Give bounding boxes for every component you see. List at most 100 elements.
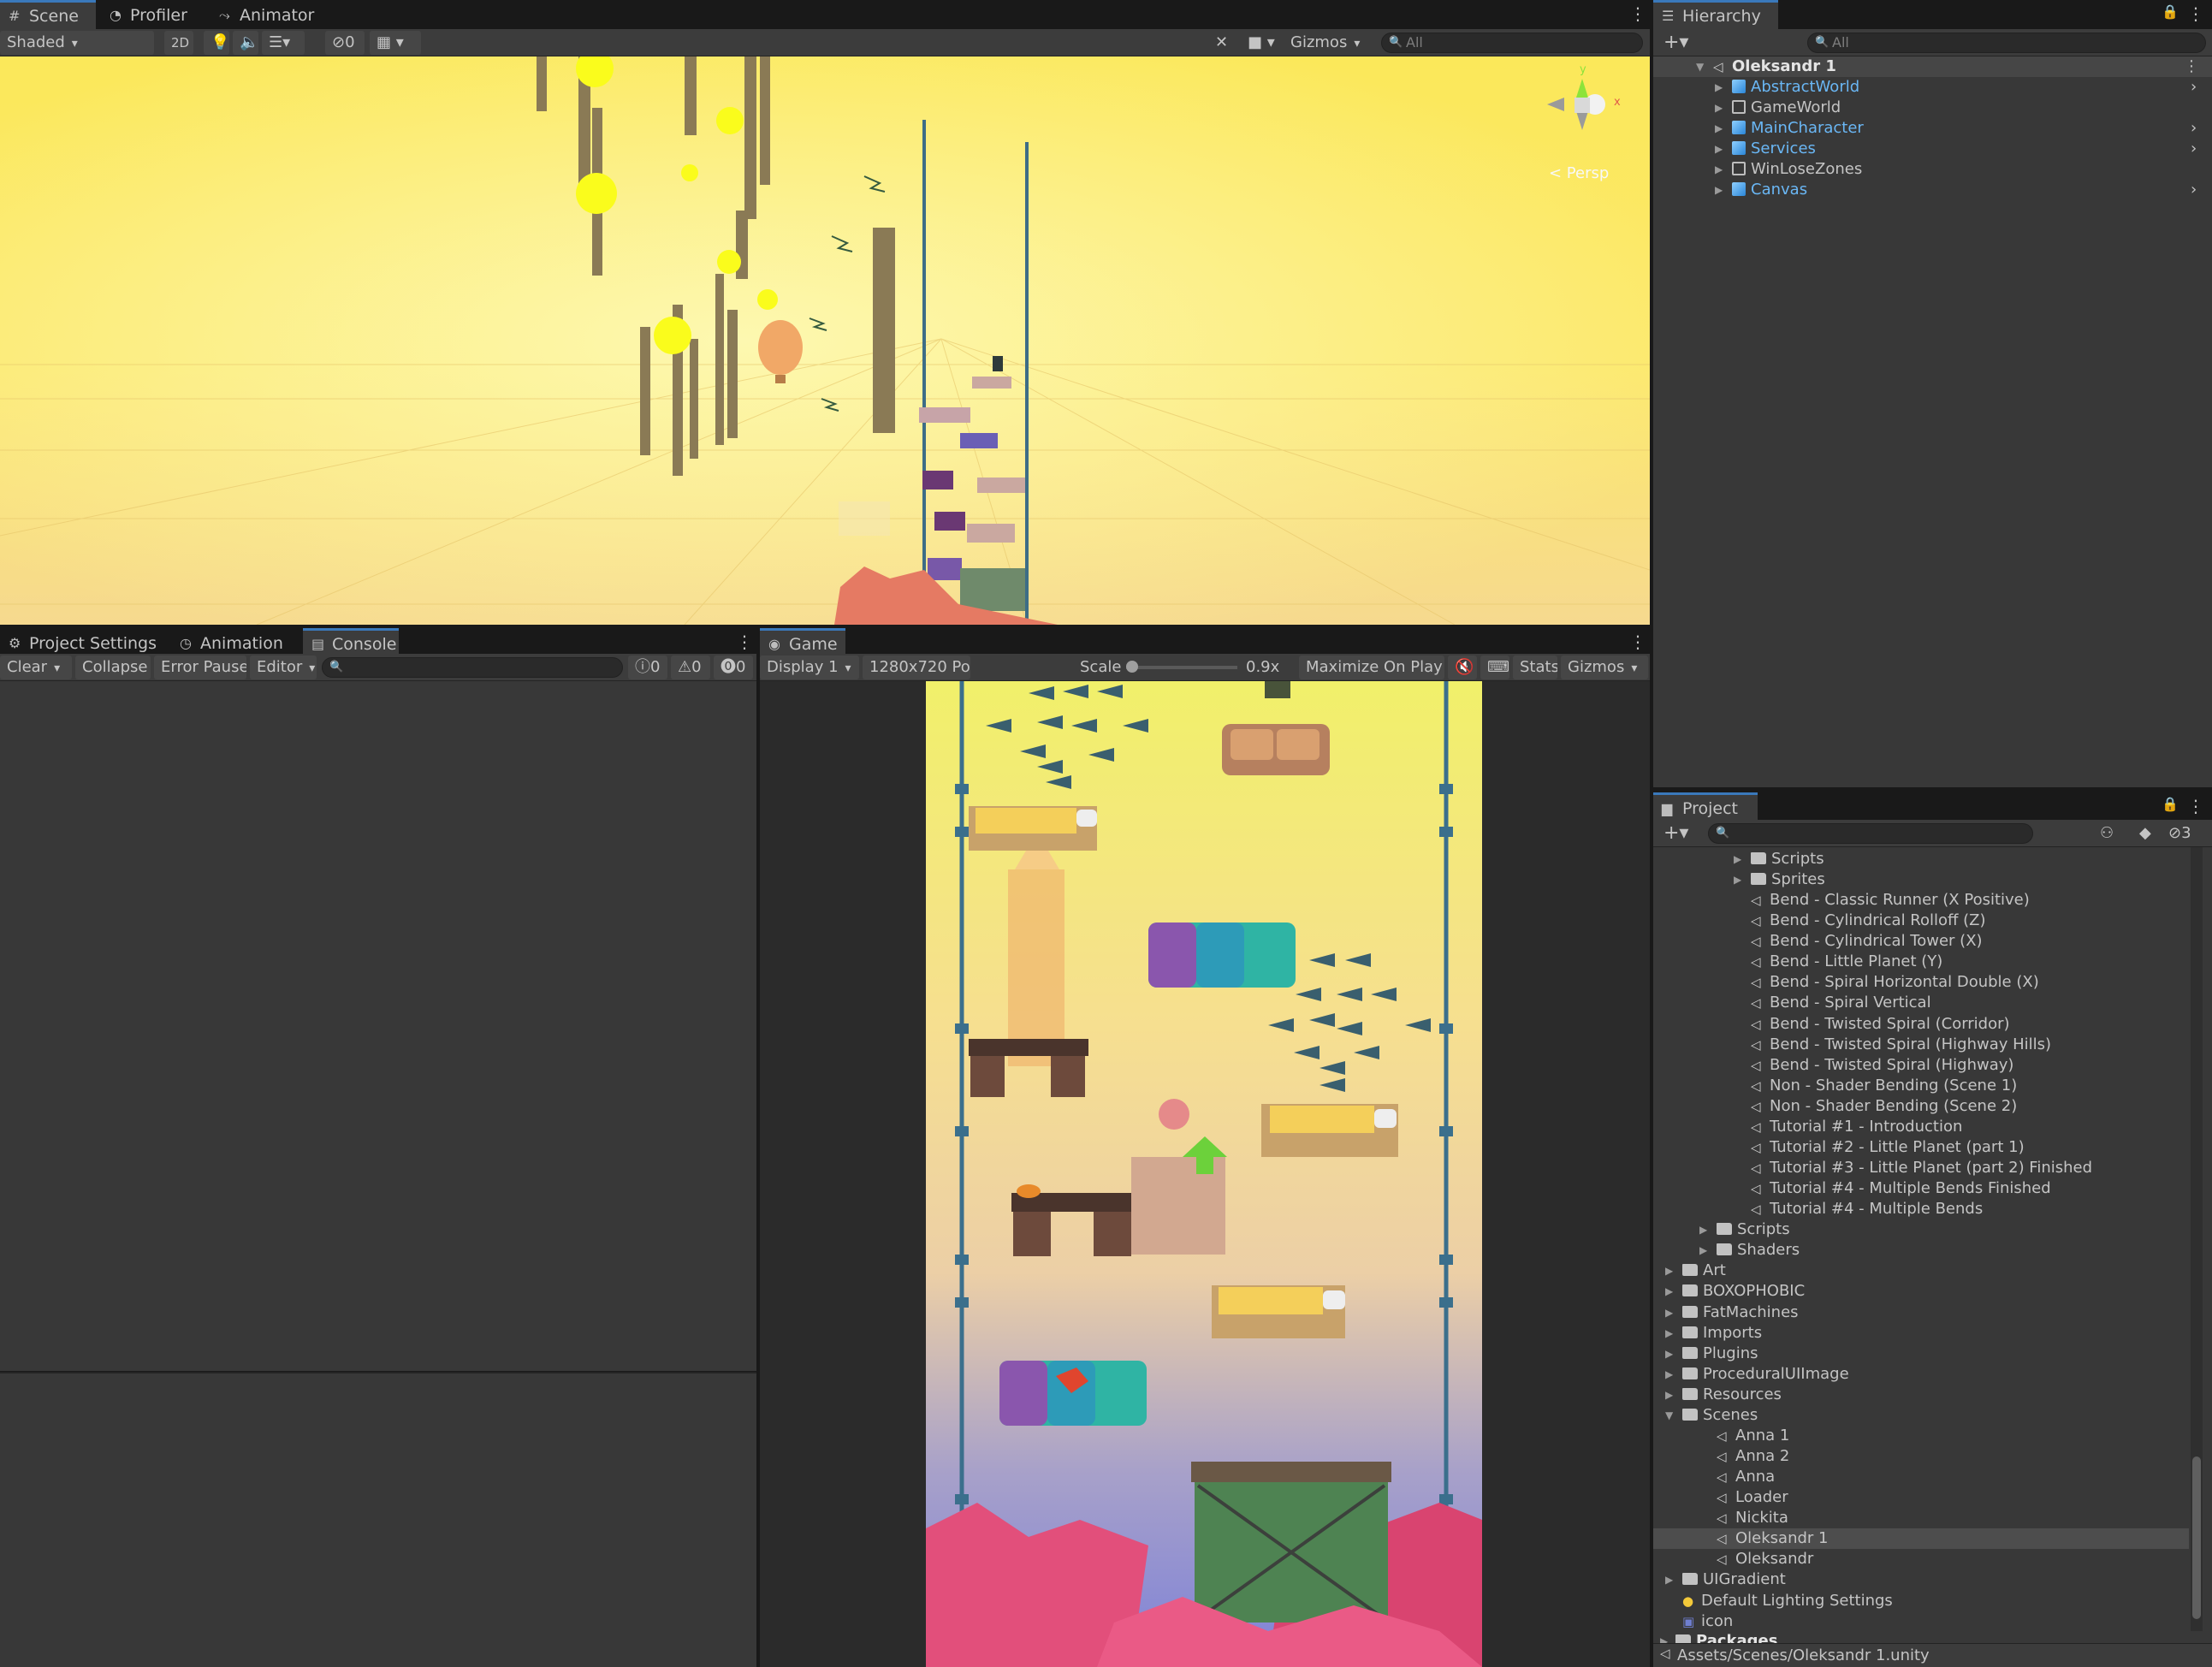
project-asset-row[interactable]: ◁ Bend - Spiral Horizontal Double (X) <box>1653 972 2189 993</box>
project-lock-icon[interactable]: 🔒 <box>2162 796 2179 812</box>
hidden-objects-button[interactable]: ⊘0 <box>325 31 365 55</box>
editor-dropdown[interactable]: Editor <box>250 656 317 679</box>
search-by-label-icon[interactable]: ◆ <box>2132 822 2158 845</box>
project-folder-row[interactable]: ▶ Imports <box>1653 1323 2189 1344</box>
open-prefab-chevron-icon[interactable]: › <box>2191 139 2197 159</box>
scene-search-input[interactable]: 🔍 All <box>1381 33 1643 53</box>
project-folder-row[interactable]: ▶ ProceduralUIImage <box>1653 1364 2189 1385</box>
project-asset-row[interactable]: ◁ Oleksandr <box>1653 1549 2189 1569</box>
expand-arrow-icon[interactable]: ▶ <box>1715 77 1723 98</box>
project-asset-row[interactable]: ◁ Bend - Little Planet (Y) <box>1653 952 2189 972</box>
expand-arrow-icon[interactable]: ▶ <box>1715 118 1723 139</box>
project-asset-row[interactable]: ◁ Tutorial #1 - Introduction <box>1653 1117 2189 1137</box>
display-dropdown[interactable]: Display 1 <box>760 656 859 679</box>
expand-arrow-icon[interactable]: ▶ <box>1665 1569 1673 1590</box>
expand-arrow-icon[interactable]: ▶ <box>1715 159 1723 180</box>
root-menu-icon[interactable]: ⋮ <box>2184 56 2199 77</box>
project-asset-row[interactable]: ◁ Non - Shader Bending (Scene 1) <box>1653 1076 2189 1096</box>
toggle-2d-button[interactable]: 2D <box>164 31 193 55</box>
scene-menu-icon[interactable]: ⋮ <box>1629 3 1646 24</box>
audio-toggle-icon[interactable]: 🔈 <box>233 31 258 55</box>
expand-arrow-icon[interactable]: ▶ <box>1665 1281 1673 1302</box>
console-search-input[interactable]: 🔍 <box>322 657 623 678</box>
game-viewport[interactable] <box>926 681 1482 1667</box>
error-count-toggle[interactable]: ⓿0 <box>714 656 753 679</box>
tab-profiler[interactable]: ◔ Profiler <box>101 0 196 31</box>
project-folder-row[interactable]: ▼ Scenes <box>1653 1405 2189 1426</box>
project-asset-row[interactable]: ◁ Anna 2 <box>1653 1446 2189 1467</box>
project-asset-row[interactable]: ● Default Lighting Settings <box>1653 1591 2189 1611</box>
expand-arrow-icon[interactable]: ▶ <box>1699 1240 1707 1261</box>
tab-scene[interactable]: # Scene <box>0 0 96 31</box>
project-asset-row[interactable]: ◁ Tutorial #3 - Little Planet (part 2) Fi… <box>1653 1158 2189 1178</box>
expand-arrow-icon[interactable]: ▼ <box>1696 56 1704 77</box>
project-asset-row[interactable]: ◁ Bend - Cylindrical Tower (X) <box>1653 931 2189 952</box>
project-folder-row[interactable]: ▶ Art <box>1653 1261 2189 1281</box>
collapse-button[interactable]: Collapse <box>75 656 151 679</box>
project-asset-row[interactable]: ◁ Bend - Twisted Spiral (Corridor) <box>1653 1014 2189 1035</box>
hierarchy-item[interactable]: ▶ AbstractWorld › <box>1653 77 2212 98</box>
camera-dropdown-icon[interactable]: ■ ▾ <box>1241 31 1284 55</box>
game-menu-icon[interactable]: ⋮ <box>1629 632 1646 652</box>
hierarchy-item[interactable]: ▶ MainCharacter › <box>1653 118 2212 139</box>
hierarchy-item[interactable]: ▶ Canvas › <box>1653 180 2212 200</box>
expand-arrow-icon[interactable]: ▶ <box>1715 180 1723 200</box>
hierarchy-add-button[interactable]: +▾ <box>1657 31 1698 55</box>
project-asset-row[interactable]: ◁ Bend - Cylindrical Rolloff (Z) <box>1653 911 2189 931</box>
tab-animator[interactable]: ⤳ Animator <box>211 0 323 31</box>
project-asset-row[interactable]: ◁ Non - Shader Bending (Scene 2) <box>1653 1096 2189 1117</box>
search-by-type-icon[interactable]: ⚇ <box>2093 822 2119 845</box>
project-search-input[interactable]: 🔍 <box>1708 823 2033 844</box>
expand-arrow-icon[interactable]: ▶ <box>1734 869 1741 890</box>
scale-slider[interactable] <box>1126 661 1237 673</box>
open-prefab-chevron-icon[interactable]: › <box>2191 77 2197 98</box>
expand-arrow-icon[interactable]: ▶ <box>1665 1385 1673 1405</box>
expand-arrow-icon[interactable]: ▶ <box>1665 1323 1673 1344</box>
open-prefab-chevron-icon[interactable]: › <box>2191 118 2197 139</box>
project-scrollbar[interactable] <box>2191 847 2203 1631</box>
keyboard-shortcuts-icon[interactable]: ⌨ <box>1480 656 1509 679</box>
error-pause-button[interactable]: Error Pause <box>154 656 246 679</box>
hierarchy-item[interactable]: ▶ GameWorld <box>1653 98 2212 118</box>
clear-button[interactable]: Clear <box>0 656 72 679</box>
project-folder-row[interactable]: ▶ Resources <box>1653 1385 2189 1405</box>
maximize-on-play-button[interactable]: Maximize On Play <box>1299 656 1444 679</box>
console-log-area[interactable] <box>0 681 756 1371</box>
shading-dropdown[interactable]: Shaded <box>0 31 154 55</box>
hierarchy-search-input[interactable]: 🔍 All <box>1807 33 2206 53</box>
info-count-toggle[interactable]: ⓘ0 <box>628 656 667 679</box>
hierarchy-menu-icon[interactable]: ⋮ <box>2187 3 2204 24</box>
resolution-dropdown[interactable]: 1280x720 Portrait <box>863 656 970 679</box>
game-gizmos-dropdown[interactable]: Gizmos <box>1561 656 1648 679</box>
project-asset-row[interactable]: ◁ Bend - Classic Runner (X Positive) <box>1653 890 2189 911</box>
project-folder-row[interactable]: ▶ BOXOPHOBIC <box>1653 1281 2189 1302</box>
effects-toggle-icon[interactable]: ☰▾ <box>262 31 305 55</box>
project-asset-row[interactable]: ◁ Anna <box>1653 1467 2189 1487</box>
expand-arrow-icon[interactable]: ▶ <box>1734 849 1741 869</box>
hierarchy-item[interactable]: ▶ WinLoseZones <box>1653 159 2212 180</box>
project-folder-row[interactable]: ▶ Plugins <box>1653 1344 2189 1364</box>
project-asset-row[interactable]: ▣ icon <box>1653 1611 2189 1632</box>
project-asset-row[interactable]: ◁ Nickita <box>1653 1508 2189 1528</box>
tab-project[interactable]: ▆ Project <box>1653 792 1758 823</box>
project-asset-row[interactable]: ◁ Bend - Spiral Vertical <box>1653 993 2189 1013</box>
project-menu-icon[interactable]: ⋮ <box>2187 796 2204 816</box>
project-asset-row[interactable]: ◁ Bend - Twisted Spiral (Highway Hills) <box>1653 1035 2189 1055</box>
project-folder-row[interactable]: ▶ Shaders <box>1653 1240 2189 1261</box>
project-asset-row[interactable]: ◁ Oleksandr 1 <box>1653 1528 2189 1549</box>
console-menu-icon[interactable]: ⋮ <box>736 632 753 652</box>
scale-slider-knob[interactable] <box>1126 661 1138 673</box>
project-asset-row[interactable]: ◁ Tutorial #4 - Multiple Bends Finished <box>1653 1178 2189 1199</box>
project-asset-row[interactable]: ◁ Tutorial #4 - Multiple Bends <box>1653 1199 2189 1219</box>
project-add-button[interactable]: +▾ <box>1657 822 1698 845</box>
open-prefab-chevron-icon[interactable]: › <box>2191 180 2197 200</box>
project-asset-row[interactable]: ◁ Anna 1 <box>1653 1426 2189 1446</box>
hierarchy-root-row[interactable]: ▼ ◁ Oleksandr 1 ⋮ <box>1653 56 2212 77</box>
persp-label[interactable]: < Persp <box>1549 164 1609 182</box>
mute-audio-icon[interactable]: 🔇 <box>1448 656 1477 679</box>
project-folder-row[interactable]: ▶ FatMachines <box>1653 1302 2189 1323</box>
expand-arrow-icon[interactable]: ▶ <box>1665 1302 1673 1323</box>
scene-gizmos-dropdown[interactable]: Gizmos <box>1284 31 1373 55</box>
project-asset-row[interactable]: ◁ Loader <box>1653 1487 2189 1508</box>
expand-arrow-icon[interactable]: ▶ <box>1715 98 1723 118</box>
